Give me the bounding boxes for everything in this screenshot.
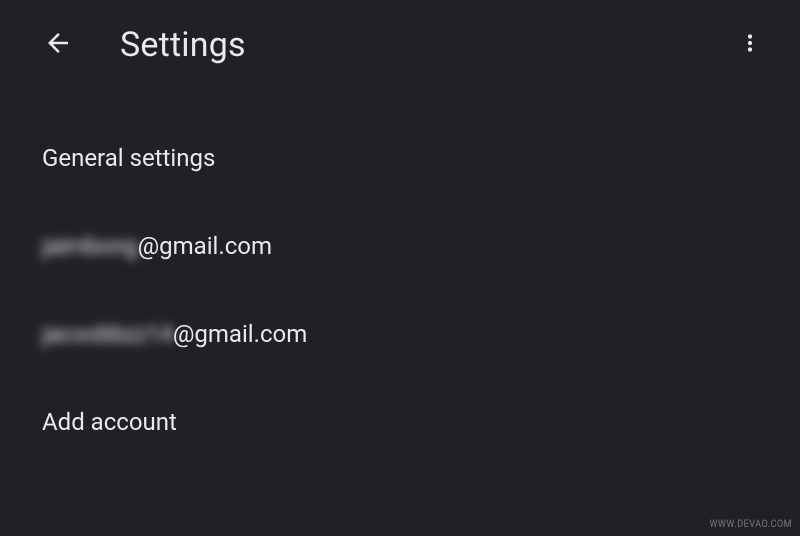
add-account-label: Add account [42,408,177,436]
account-domain: @gmail.com [173,320,307,348]
arrow-back-icon [43,28,73,62]
general-settings-item[interactable]: General settings [0,114,800,202]
account-domain: @gmail.com [138,232,272,260]
account-item[interactable]: jaimbong@gmail.com [0,202,800,290]
back-button[interactable] [34,21,82,69]
watermark-text: WWW.DEVAO.COM [709,520,792,531]
page-title: Settings [120,25,246,65]
more-vert-icon [737,30,763,60]
account-username-obscured: jacoobbzz14 [42,320,173,348]
add-account-item[interactable]: Add account [0,378,800,466]
overflow-menu-button[interactable] [726,21,774,69]
app-bar: Settings [0,0,800,90]
account-item[interactable]: jacoobbzz14@gmail.com [0,290,800,378]
settings-list: General settings jaimbong@gmail.com jaco… [0,90,800,466]
general-settings-label: General settings [42,144,215,172]
account-username-obscured: jaimbong [42,232,138,260]
